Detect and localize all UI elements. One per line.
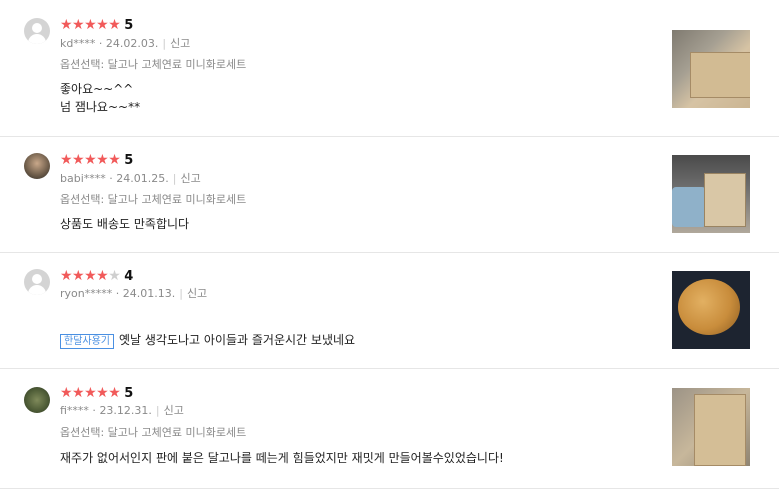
rating-score: 4: [124, 269, 134, 284]
star-icon: ★★★★★: [60, 152, 121, 168]
star-icon: ★★★★: [60, 268, 109, 284]
review-item: ★★★★★ 5 babi**** · 24.01.25. | 신고 옵션선택: 달고나…: [0, 137, 779, 253]
review-date: 24.01.13.: [122, 287, 176, 300]
review-photo[interactable]: [672, 388, 750, 466]
report-link[interactable]: 신고: [170, 37, 190, 50]
user-id: babi****: [60, 172, 106, 185]
rating-score: 5: [124, 18, 134, 33]
avatar: [24, 269, 50, 295]
month-review-badge: 한달사용기: [60, 334, 114, 349]
review-photo[interactable]: [672, 155, 750, 233]
star-rating: ★★★★★ 5: [60, 17, 133, 34]
option-text: 옵션선택: 달고나 고체연료 미니화로세트: [60, 193, 247, 206]
review-text-content: 옛날 생각도나고 아이들과 즐거운시간 보냈네요: [119, 333, 356, 347]
rating-score: 5: [124, 153, 134, 168]
review-meta: babi**** · 24.01.25. | 신고: [60, 172, 201, 185]
report-link[interactable]: 신고: [187, 287, 207, 300]
avatar: [24, 18, 50, 44]
review-text-line: 재주가 없어서인지 판에 붙은 달고나를 떼는게 힘들었지만 재밋게 만들어볼수…: [60, 451, 504, 465]
user-silhouette-icon: [32, 23, 42, 33]
review-date: 23.12.31.: [99, 404, 152, 417]
review-item: ★★★★★ 4 ryon***** · 24.01.13. | 신고 한달사용기 옛날 …: [0, 253, 779, 369]
review-item: ★★★★★ 5 fi**** · 23.12.31. | 신고 옵션선택: 달고나 고…: [0, 369, 779, 489]
review-photo[interactable]: [672, 30, 750, 108]
star-icon: ★★★★★: [60, 17, 121, 33]
review-text-line: 상품도 배송도 만족합니다: [60, 217, 190, 231]
star-off-icon: ★: [108, 268, 121, 284]
report-link[interactable]: 신고: [180, 172, 200, 185]
user-id: kd****: [60, 37, 96, 50]
option-text: 옵션선택: 달고나 고체연료 미니화로세트: [60, 58, 247, 71]
star-rating: ★★★★★ 5: [60, 152, 133, 169]
avatar: [24, 153, 50, 179]
star-rating: ★★★★★ 4: [60, 268, 133, 285]
review-item: ★★★★★ 5 kd**** · 24.02.03. | 신고 옵션선택: 달고나 고…: [0, 0, 779, 137]
star-icon: ★★★★★: [60, 385, 121, 401]
review-meta: kd**** · 24.02.03. | 신고: [60, 37, 191, 50]
review-photo[interactable]: [672, 271, 750, 349]
option-text: 옵션선택: 달고나 고체연료 미니화로세트: [60, 426, 247, 439]
review-text-line: 넘 잼나요~~**: [60, 100, 141, 114]
review-date: 24.01.25.: [116, 172, 169, 185]
review-text-line: 좋아요~~^^: [60, 82, 134, 96]
user-id: fi****: [60, 404, 89, 417]
rating-score: 5: [124, 386, 134, 401]
review-meta: ryon***** · 24.01.13. | 신고: [60, 287, 208, 300]
review-date: 24.02.03.: [105, 37, 159, 50]
avatar: [24, 387, 50, 413]
report-link[interactable]: 신고: [164, 404, 184, 417]
star-rating: ★★★★★ 5: [60, 385, 133, 402]
review-text-line: 한달사용기 옛날 생각도나고 아이들과 즐거운시간 보냈네요: [60, 331, 355, 349]
review-meta: fi**** · 23.12.31. | 신고: [60, 404, 184, 417]
user-silhouette-icon: [32, 274, 42, 284]
user-id: ryon*****: [60, 287, 113, 300]
